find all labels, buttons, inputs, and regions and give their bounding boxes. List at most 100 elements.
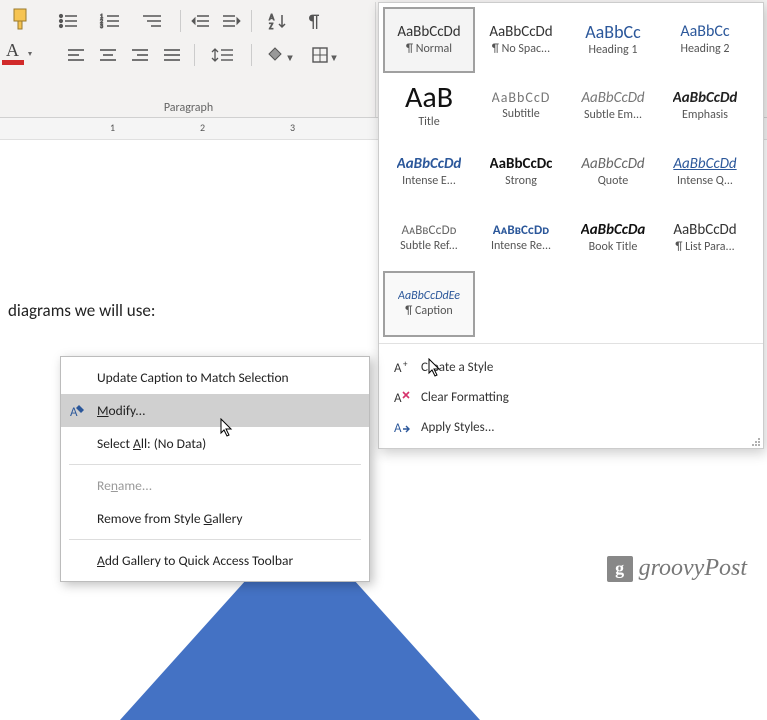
style-sample: AaBbCcD <box>492 91 551 105</box>
style-sample: AaBbCcDd <box>673 157 736 172</box>
style-intensere[interactable]: AᴀBʙCᴄDᴅIntense Re... <box>475 205 567 271</box>
style-label: Heading 2 <box>680 42 729 56</box>
style-booktitle[interactable]: AaBbCcDaBook Title <box>567 205 659 271</box>
style-label: Subtle Ref... <box>400 239 458 253</box>
resize-grip[interactable] <box>749 435 761 447</box>
ctx-add-quick-access[interactable]: Add Gallery to Quick Access Toolbar <box>61 544 369 577</box>
ctx-remove-gallery[interactable]: Remove from Style Gallery <box>61 502 369 535</box>
style-intenseq[interactable]: AaBbCcDd Intense Q... <box>659 139 751 205</box>
svg-text:3: 3 <box>100 22 103 30</box>
style-sample: AaBbCc <box>585 23 641 41</box>
svg-text:Z: Z <box>269 21 273 30</box>
clear-formatting-icon: A <box>393 388 411 406</box>
style-sample: AaBbCcDd <box>397 157 462 172</box>
sort-button[interactable]: AZ <box>258 8 298 34</box>
document-body-text[interactable]: diagrams we will use: <box>8 300 155 321</box>
align-left-button[interactable] <box>62 42 90 68</box>
style-sample: AaBbCcDd <box>489 25 552 40</box>
style-heading[interactable]: AaBbCc Heading 2 <box>659 7 751 73</box>
ctx-select-all-label: Select All: (No Data) <box>97 435 206 452</box>
style-label: Strong <box>505 174 537 188</box>
justify-button[interactable] <box>158 42 186 68</box>
style-title[interactable]: AaB Title <box>383 73 475 139</box>
style-intensee[interactable]: AaBbCcDd Intense E... <box>383 139 475 205</box>
style-label: ¶ No Spac... <box>492 42 550 56</box>
decrease-indent-button[interactable] <box>187 8 215 34</box>
svg-text:+: + <box>403 359 408 370</box>
style-nospac[interactable]: AaBbCcDd ¶ No Spac... <box>475 7 567 73</box>
align-right-button[interactable] <box>126 42 154 68</box>
ctx-rename-label: Rename... <box>97 477 152 494</box>
create-style-icon: A+ <box>393 358 411 376</box>
ctx-update-label: Update Caption to Match Selection <box>97 369 289 386</box>
style-subtleem[interactable]: AaBbCcDdSubtle Em... <box>567 73 659 139</box>
increase-indent-button[interactable] <box>217 8 245 34</box>
style-sample: AaBbCcDc <box>490 157 553 172</box>
apply-styles-label: Apply Styles... <box>421 420 495 435</box>
style-emphasis[interactable]: AaBbCcDd Emphasis <box>659 73 751 139</box>
style-normal[interactable]: AaBbCcDd ¶ Normal <box>383 7 475 73</box>
ctx-divider <box>69 539 361 540</box>
show-paragraph-marks-button[interactable]: ¶ <box>300 8 328 34</box>
clear-formatting-label: Clear Formatting <box>421 390 509 405</box>
clear-formatting-item[interactable]: A Clear Formatting <box>379 382 763 412</box>
styles-gallery: AaBbCcDd¶ NormalAaBbCcDd¶ No Spac...AaBb… <box>378 2 764 449</box>
svg-text:A: A <box>394 361 402 375</box>
style-sample: AaBbCcDd <box>581 91 644 106</box>
style-label: Quote <box>598 174 629 188</box>
style-label: Subtitle <box>502 107 540 121</box>
line-spacing-button[interactable] <box>203 42 243 68</box>
ruler-mark: 2 <box>200 121 205 134</box>
style-label: Intense Q... <box>677 174 733 188</box>
ctx-divider <box>69 464 361 465</box>
apply-styles-item[interactable]: A Apply Styles... <box>379 412 763 442</box>
ctx-modify[interactable]: A Modify... <box>61 394 369 427</box>
ruler-mark: 3 <box>290 121 295 134</box>
svg-text:A: A <box>394 421 402 435</box>
style-listpara[interactable]: AaBbCcDd ¶ List Para... <box>659 205 751 271</box>
style-label: Title <box>418 115 439 129</box>
style-label: ¶ Caption <box>405 304 452 318</box>
style-subtleref[interactable]: AᴀBʙCᴄDᴅSubtle Ref... <box>383 205 475 271</box>
style-heading[interactable]: AaBbCc Heading 1 <box>567 7 659 73</box>
style-label: Intense Re... <box>491 239 551 253</box>
ctx-update-caption[interactable]: Update Caption to Match Selection <box>61 361 369 394</box>
modify-icon: A <box>69 402 87 420</box>
ctx-rename[interactable]: Rename... <box>61 469 369 502</box>
style-strong[interactable]: AaBbCcDc Strong <box>475 139 567 205</box>
style-subtitle[interactable]: AaBbCcD Subtitle <box>475 73 567 139</box>
style-sample: AaBbCcDd <box>673 223 736 238</box>
groovypost-icon: g <box>607 556 633 582</box>
style-sample: AaBbCcDd <box>581 157 644 172</box>
style-sample: AaB <box>405 83 453 113</box>
bullets-button[interactable] <box>50 8 90 34</box>
create-style-label: Create a Style <box>421 360 493 375</box>
apply-styles-icon: A <box>393 418 411 436</box>
style-sample: AaBbCcDd <box>397 25 460 40</box>
watermark-text: groovyPost <box>639 555 747 582</box>
ruler-mark: 1 <box>110 121 115 134</box>
paragraph-group-label: Paragraph <box>2 101 375 115</box>
style-sample: AaBbCc <box>680 24 729 40</box>
ctx-select-all[interactable]: Select All: (No Data) <box>61 427 369 460</box>
style-caption[interactable]: AaBbCcDdEe ¶ Caption <box>383 271 475 337</box>
style-label: Emphasis <box>682 108 728 122</box>
numbering-button[interactable]: 123 <box>92 8 132 34</box>
style-label: ¶ Normal <box>406 42 452 56</box>
multilevel-list-button[interactable] <box>134 8 174 34</box>
shading-button[interactable] <box>260 42 300 68</box>
style-label: ¶ List Para... <box>675 240 734 254</box>
style-quote[interactable]: AaBbCcDd Quote <box>567 139 659 205</box>
style-label: Intense E... <box>402 174 456 188</box>
style-label: Heading 1 <box>588 43 637 57</box>
create-style-item[interactable]: A+ Create a Style <box>379 352 763 382</box>
align-center-button[interactable] <box>94 42 122 68</box>
context-menu: Update Caption to Match Selection A Modi… <box>60 356 370 582</box>
svg-text:A: A <box>394 391 402 405</box>
ctx-modify-label: Modify... <box>97 402 146 419</box>
style-sample: AaBbCcDdEe <box>398 290 460 302</box>
style-sample: AaBbCcDd <box>673 91 738 106</box>
ctx-remove-label: Remove from Style Gallery <box>97 510 242 527</box>
style-sample: AaBbCcDa <box>581 223 646 238</box>
borders-button[interactable] <box>304 42 344 68</box>
